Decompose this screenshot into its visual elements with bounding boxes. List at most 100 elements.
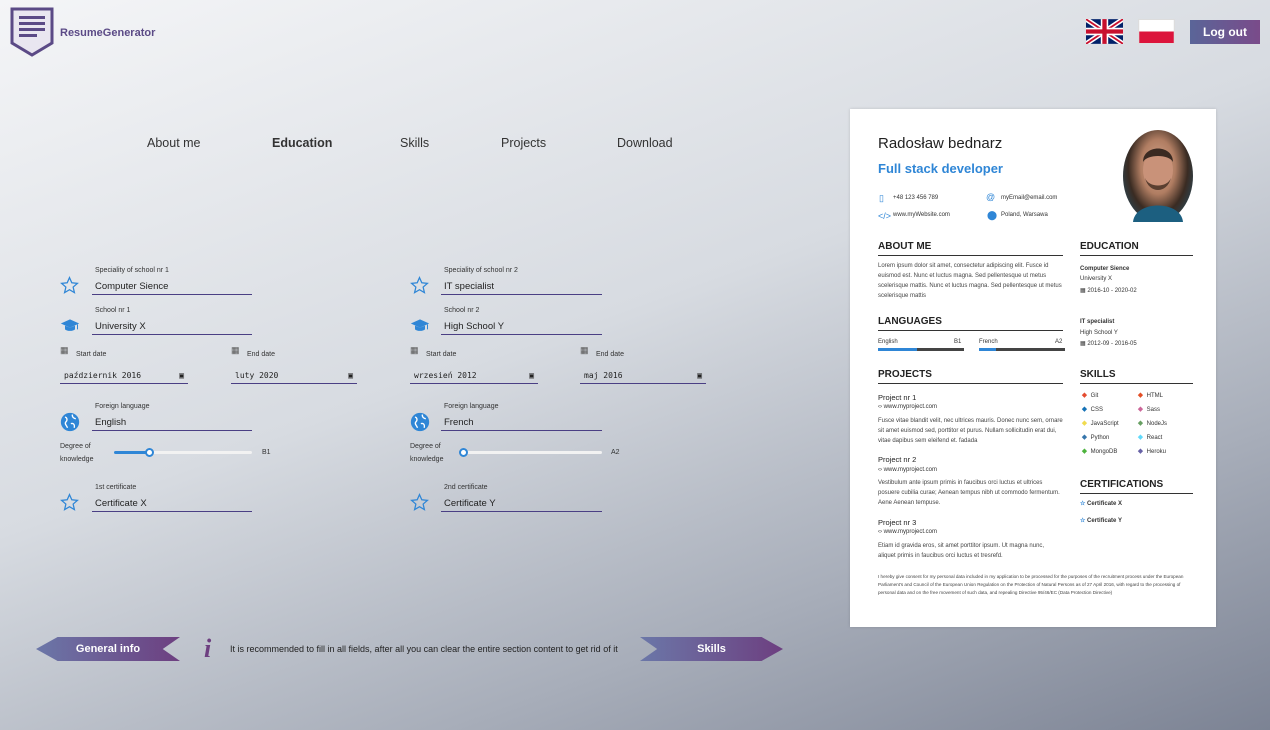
end-date-label: End date xyxy=(247,351,276,358)
profile-photo xyxy=(1123,130,1193,222)
tab-skills[interactable]: Skills xyxy=(400,136,429,150)
lang-bar-fill xyxy=(878,348,917,351)
calendar-picker-icon[interactable]: ▣ xyxy=(348,371,353,380)
html-icon: ◆ xyxy=(1137,392,1144,399)
certification-item: ☆ Certificate Y xyxy=(1080,518,1122,524)
code-icon: </> xyxy=(878,211,892,221)
certificate-label: 2nd certificate xyxy=(444,484,488,491)
poland-flag-icon[interactable] xyxy=(1138,19,1175,44)
project-desc: Vestibulum ante ipsum primis in faucibus… xyxy=(878,480,1060,506)
edu-school: High School Y xyxy=(1080,330,1118,336)
start-date-value: październik 2016 xyxy=(64,371,142,380)
speciality-label: Speciality of school nr 2 xyxy=(444,267,518,274)
skill-name: React xyxy=(1145,435,1163,441)
languages-heading: LANGUAGES xyxy=(878,316,942,327)
react-icon: ◆ xyxy=(1137,434,1144,441)
divider xyxy=(878,330,1063,331)
skill-item: ◆ NodeJs xyxy=(1136,419,1167,427)
divider xyxy=(878,255,1063,256)
skill-item: ◆ Heroku xyxy=(1136,447,1166,455)
tab-projects[interactable]: Projects xyxy=(501,136,546,150)
calendar-picker-icon[interactable]: ▣ xyxy=(697,371,702,380)
divider xyxy=(878,383,1063,384)
certificate-input[interactable] xyxy=(441,496,602,512)
resume-name: Radosław bednarz xyxy=(878,135,1003,152)
certificate-label: 1st certificate xyxy=(95,484,137,491)
skills-heading: SKILLS xyxy=(1080,369,1116,380)
speciality-input[interactable] xyxy=(441,279,602,295)
edu-dates: ▦ 2012-09 - 2016-05 xyxy=(1080,341,1137,347)
skill-name: Sass xyxy=(1145,407,1161,413)
divider xyxy=(1080,255,1193,256)
skill-name: Python xyxy=(1089,435,1110,441)
school-label: School nr 2 xyxy=(444,307,480,314)
lang-bar-fill xyxy=(979,348,997,351)
divider xyxy=(1080,383,1193,384)
language-input[interactable] xyxy=(441,415,602,431)
edu-speciality: Computer Sience xyxy=(1080,266,1130,272)
start-date-input[interactable]: wrzesień 2012 ▣ xyxy=(410,368,538,384)
star-icon xyxy=(410,493,429,511)
degree-slider[interactable] xyxy=(463,451,602,454)
logo-icon[interactable] xyxy=(10,7,54,57)
calendar-picker-icon[interactable]: ▣ xyxy=(179,371,184,380)
end-date-label: End date xyxy=(596,351,625,358)
degree-slider-thumb[interactable] xyxy=(145,448,154,457)
tab-download[interactable]: Download xyxy=(617,136,673,150)
skill-item: ◆ HTML xyxy=(1136,391,1163,399)
calendar-icon: ▦ xyxy=(60,345,69,355)
lang-level: A2 xyxy=(1055,339,1063,345)
skill-name: JavaScript xyxy=(1089,421,1119,427)
school-input[interactable] xyxy=(92,319,252,335)
language-input[interactable] xyxy=(92,415,252,431)
resume-preview: Radosław bednarz Full stack developer ▯ … xyxy=(850,109,1216,627)
tab-education[interactable]: Education xyxy=(272,136,332,150)
end-date-input[interactable]: maj 2016 ▣ xyxy=(580,368,706,384)
calendar-picker-icon[interactable]: ▣ xyxy=(529,371,534,380)
end-date-value: maj 2016 xyxy=(584,371,623,380)
skill-item: ◆ CSS xyxy=(1080,405,1103,413)
uk-flag-icon[interactable] xyxy=(1086,19,1123,44)
calendar-icon: ▦ xyxy=(231,345,240,355)
lang-name: English xyxy=(878,339,898,345)
next-section-button[interactable]: Skills xyxy=(640,637,783,661)
degree-value: B1 xyxy=(262,449,271,456)
end-date-input[interactable]: luty 2020 ▣ xyxy=(231,368,357,384)
skill-name: Heroku xyxy=(1145,449,1167,455)
end-date-value: luty 2020 xyxy=(235,371,279,380)
resume-location: Poland, Warsawa xyxy=(1001,212,1048,218)
skill-item: ◆ Python xyxy=(1080,433,1110,441)
star-icon: ☆ xyxy=(1080,501,1088,507)
prev-section-button[interactable]: General info xyxy=(36,637,180,661)
start-date-label: Start date xyxy=(76,351,107,358)
school-label: School nr 1 xyxy=(95,307,131,314)
skill-item: ◆ Git xyxy=(1080,391,1099,399)
nodejs-icon: ◆ xyxy=(1137,420,1144,427)
skill-name: HTML xyxy=(1145,393,1163,399)
logout-button[interactable]: Log out xyxy=(1190,20,1260,44)
sass-icon: ◆ xyxy=(1137,406,1144,413)
tab-about-me[interactable]: About me xyxy=(147,136,201,150)
globe-icon xyxy=(60,412,80,432)
project-name: Project nr 2 xyxy=(878,455,917,464)
start-date-input[interactable]: październik 2016 ▣ xyxy=(60,368,188,384)
school-input[interactable] xyxy=(441,319,602,335)
git-icon: ◆ xyxy=(1081,392,1088,399)
avatar-icon xyxy=(1133,148,1183,222)
star-icon xyxy=(60,276,79,294)
info-text: It is recommended to fill in all fields,… xyxy=(230,644,618,654)
brand-name: ResumeGenerator xyxy=(60,27,156,39)
python-icon: ◆ xyxy=(1081,434,1088,441)
certificate-input[interactable] xyxy=(92,496,252,512)
graduation-cap-icon xyxy=(60,319,80,331)
resume-phone: +48 123 456 789 xyxy=(893,195,939,201)
resume-email: myEmail@email.com xyxy=(1001,195,1058,201)
degree-slider[interactable] xyxy=(114,451,252,454)
speciality-input[interactable] xyxy=(92,279,252,295)
project-desc: Etiam id gravida eros, sit amet porttito… xyxy=(878,543,1045,559)
calendar-icon: ▦ xyxy=(580,345,589,355)
degree-slider-thumb[interactable] xyxy=(459,448,468,457)
javascript-icon: ◆ xyxy=(1081,420,1088,427)
lang-bar xyxy=(979,348,1065,351)
degree-label: Degree of knowledge xyxy=(60,443,94,463)
